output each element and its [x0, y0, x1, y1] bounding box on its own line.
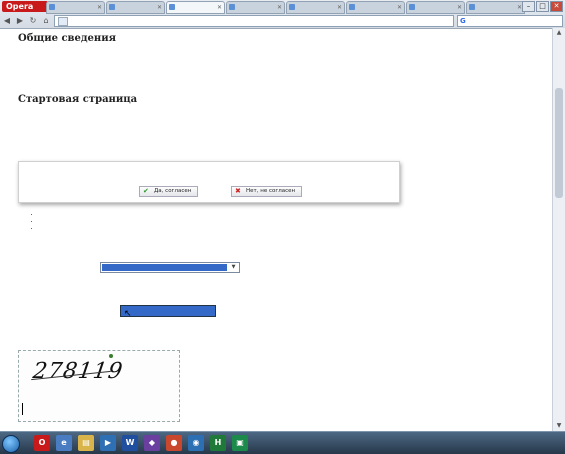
list-item	[40, 225, 545, 232]
favicon-icon	[49, 4, 55, 10]
excel-taskbar-icon[interactable]: H	[210, 435, 226, 451]
favicon-icon	[229, 4, 235, 10]
address-bar[interactable]	[54, 14, 454, 27]
close-tab-icon[interactable]: ✕	[457, 2, 462, 13]
consent-dialog: ✔ Да, согласен ✖ Нет, не согласен	[18, 161, 400, 203]
opera-menu-button[interactable]: Opera	[2, 1, 48, 12]
refresh-icon[interactable]	[109, 354, 113, 358]
scroll-up-icon[interactable]: ▲	[553, 28, 565, 38]
close-tab-icon[interactable]: ✕	[397, 2, 402, 13]
mouse-cursor-icon: ↖	[124, 309, 132, 319]
close-window-button[interactable]: ✕	[550, 1, 563, 12]
windows-taskbar: O e ▤ ▶ W ◆ ● ◉ H ▣	[0, 431, 565, 454]
browser-tab[interactable]: ✕	[466, 1, 525, 14]
region-select[interactable]: ▼	[100, 262, 240, 273]
minimize-button[interactable]: –	[522, 1, 535, 12]
requirements-list	[30, 211, 545, 232]
close-tab-icon[interactable]: ✕	[277, 2, 282, 13]
region2-field[interactable]	[120, 305, 216, 317]
close-tab-icon[interactable]: ✕	[217, 2, 222, 13]
agree-label: Да, согласен	[154, 188, 192, 194]
captcha-panel: 278119	[18, 350, 180, 422]
reload-icon[interactable]: ↻	[28, 16, 38, 26]
close-tab-icon[interactable]: ✕	[157, 2, 162, 13]
browser-tab[interactable]: ✕	[286, 1, 345, 14]
explorer-taskbar-icon[interactable]: e	[56, 435, 72, 451]
window-controls: – □ ✕	[522, 1, 563, 12]
favicon-icon	[409, 4, 415, 10]
navigation-bar: ◀ ▶ ↻ ⌂ G	[2, 14, 563, 27]
home-icon[interactable]: ⌂	[41, 16, 51, 26]
page-content: Общие сведения Стартовая страница ✔ Да, …	[0, 28, 553, 431]
app4-taskbar-icon[interactable]: ▣	[232, 435, 248, 451]
favicon-icon	[349, 4, 355, 10]
favicon-icon	[469, 4, 475, 10]
app-taskbar-icon[interactable]: ◆	[144, 435, 160, 451]
heading-general: Общие сведения	[18, 33, 117, 44]
favicon-icon	[289, 4, 295, 10]
cross-icon: ✖	[235, 187, 241, 195]
close-tab-icon[interactable]: ✕	[97, 2, 102, 13]
forward-icon[interactable]: ▶	[15, 16, 25, 26]
list-item	[40, 211, 545, 218]
heading-start: Стартовая страница	[18, 94, 138, 105]
agree-button[interactable]: ✔ Да, согласен	[139, 186, 199, 197]
maximize-button[interactable]: □	[536, 1, 549, 12]
check-icon: ✔	[143, 187, 149, 195]
disagree-label: Нет, не согласен	[246, 188, 296, 194]
chevron-down-icon[interactable]: ▼	[229, 264, 238, 271]
text-cursor[interactable]	[22, 403, 23, 415]
disagree-button[interactable]: ✖ Нет, не согласен	[231, 186, 303, 197]
media-taskbar-icon[interactable]: ▶	[100, 435, 116, 451]
back-icon[interactable]: ◀	[2, 16, 12, 26]
search-field[interactable]: G	[457, 14, 563, 27]
browser-tab[interactable]: ✕	[46, 1, 105, 14]
start-button[interactable]	[2, 435, 20, 453]
word-taskbar-icon[interactable]: W	[122, 435, 138, 451]
app3-taskbar-icon[interactable]: ◉	[188, 435, 204, 451]
region-selected	[102, 264, 227, 271]
app2-taskbar-icon[interactable]: ●	[166, 435, 182, 451]
site-info-icon[interactable]	[58, 16, 68, 26]
browser-chrome: Opera ✕ ✕ ✕ ✕ ✕ ✕ ✕ ✕ – □ ✕ ◀ ▶ ↻ ⌂ G	[0, 0, 565, 29]
opera-taskbar-icon[interactable]: O	[34, 435, 50, 451]
list-item	[40, 218, 545, 225]
browser-tab[interactable]: ✕	[166, 1, 225, 14]
scroll-down-icon[interactable]: ▼	[553, 421, 565, 431]
favicon-icon	[169, 4, 175, 10]
browser-tab[interactable]: ✕	[346, 1, 405, 14]
favicon-icon	[109, 4, 115, 10]
close-tab-icon[interactable]: ✕	[337, 2, 342, 13]
folder-taskbar-icon[interactable]: ▤	[78, 435, 94, 451]
scrollbar-thumb[interactable]	[555, 88, 563, 198]
browser-tab[interactable]: ✕	[226, 1, 285, 14]
vertical-scrollbar[interactable]: ▲ ▼	[552, 28, 565, 431]
browser-tab[interactable]: ✕	[106, 1, 165, 14]
tab-bar: ✕ ✕ ✕ ✕ ✕ ✕ ✕ ✕	[46, 1, 525, 14]
browser-tab[interactable]: ✕	[406, 1, 465, 14]
google-icon: G	[460, 16, 466, 25]
